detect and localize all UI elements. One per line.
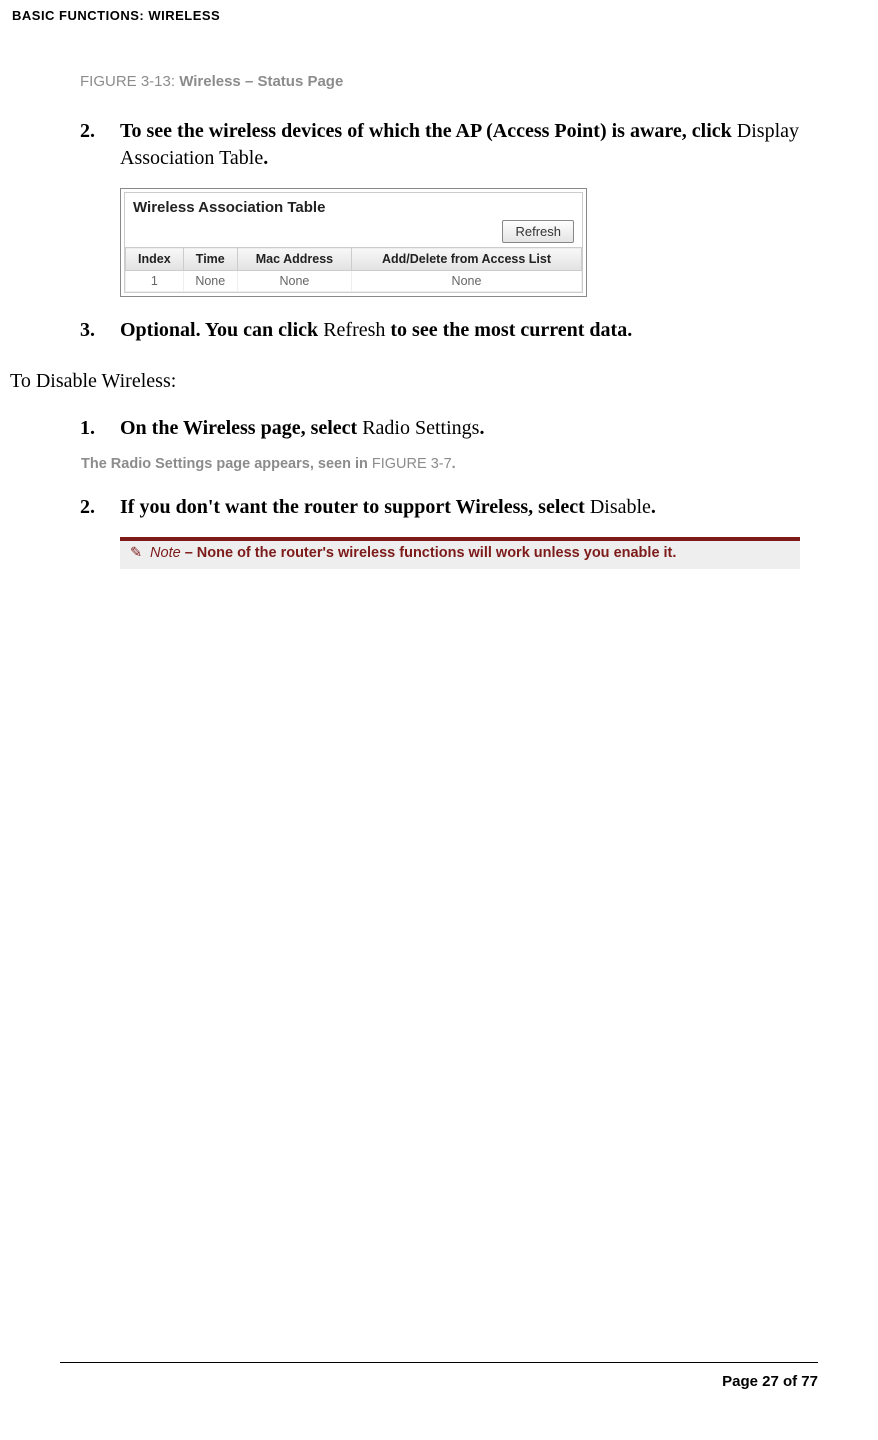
caption-bold: The Radio Settings page appears, seen in xyxy=(81,456,372,472)
step-plain: Refresh xyxy=(323,319,385,341)
note-text: – None of the router's wireless function… xyxy=(181,545,677,561)
refresh-button-wrap: Refresh xyxy=(125,218,582,247)
step-b-1: 1. On the Wireless page, select Radio Se… xyxy=(80,415,818,442)
note-box: ✎ Note – None of the router's wireless f… xyxy=(120,537,800,569)
association-table: Index Time Mac Address Add/Delete from A… xyxy=(125,247,582,292)
step-bold: Optional. You can click xyxy=(120,319,323,341)
association-table-inner: Wireless Association Table Refresh Index… xyxy=(124,192,583,293)
step-bold-end: . xyxy=(651,496,656,518)
step-bold: If you don't want the router to support … xyxy=(120,496,590,518)
cell-mac: None xyxy=(237,271,351,292)
step-text: If you don't want the router to support … xyxy=(120,494,818,521)
figure-number: FIGURE 3-13 xyxy=(80,73,171,90)
step-text: Optional. You can click Refresh to see t… xyxy=(120,317,818,344)
col-action: Add/Delete from Access List xyxy=(352,248,582,271)
table-row: 1 None None None xyxy=(126,271,582,292)
col-mac: Mac Address xyxy=(237,248,351,271)
figure-colon: : xyxy=(171,73,175,90)
association-table-screenshot: Wireless Association Table Refresh Index… xyxy=(120,188,587,297)
main-content: FIGURE 3-13: Wireless – Status Page 2. T… xyxy=(10,73,818,569)
step-bold-end: . xyxy=(263,147,268,169)
footer-rule xyxy=(60,1362,818,1363)
col-time: Time xyxy=(183,248,237,271)
cell-time: None xyxy=(183,271,237,292)
step-bold: To see the wireless devices of which the… xyxy=(120,120,737,142)
page-footer: Page 27 of 77 xyxy=(60,1362,818,1390)
figure-title: Wireless – Status Page xyxy=(179,73,343,90)
association-table-title: Wireless Association Table xyxy=(133,197,576,216)
page-number: Page 27 of 77 xyxy=(60,1373,818,1390)
step-number: 2. xyxy=(80,118,120,172)
pencil-icon: ✎ xyxy=(130,544,146,564)
section-lead: To Disable Wireless: xyxy=(10,370,818,393)
caption-ref: FIGURE 3-7 xyxy=(372,456,452,472)
caption-bold-end: . xyxy=(452,456,456,472)
step-number: 3. xyxy=(80,317,120,344)
step-a-2: 2. To see the wireless devices of which … xyxy=(80,118,818,172)
page-header: BASIC FUNCTIONS: WIRELESS xyxy=(10,8,818,23)
step-text: On the Wireless page, select Radio Setti… xyxy=(120,415,818,442)
cell-action: None xyxy=(352,271,582,292)
note-label: Note xyxy=(146,545,181,561)
radio-settings-caption: The Radio Settings page appears, seen in… xyxy=(81,456,818,472)
step-number: 1. xyxy=(80,415,120,442)
step-b-2: 2. If you don't want the router to suppo… xyxy=(80,494,818,521)
step-number: 2. xyxy=(80,494,120,521)
col-index: Index xyxy=(126,248,184,271)
step-bold-end: to see the most current data. xyxy=(385,319,632,341)
step-plain: Disable xyxy=(590,496,651,518)
figure-caption: FIGURE 3-13: Wireless – Status Page xyxy=(80,73,818,90)
association-table-header: Wireless Association Table xyxy=(125,193,582,218)
step-bold-end: . xyxy=(479,417,484,439)
step-plain: Radio Settings xyxy=(362,417,479,439)
table-header-row: Index Time Mac Address Add/Delete from A… xyxy=(126,248,582,271)
refresh-button[interactable]: Refresh xyxy=(502,220,574,243)
cell-index: 1 xyxy=(126,271,184,292)
step-bold: On the Wireless page, select xyxy=(120,417,362,439)
step-text: To see the wireless devices of which the… xyxy=(120,118,818,172)
step-a-3: 3. Optional. You can click Refresh to se… xyxy=(80,317,818,344)
